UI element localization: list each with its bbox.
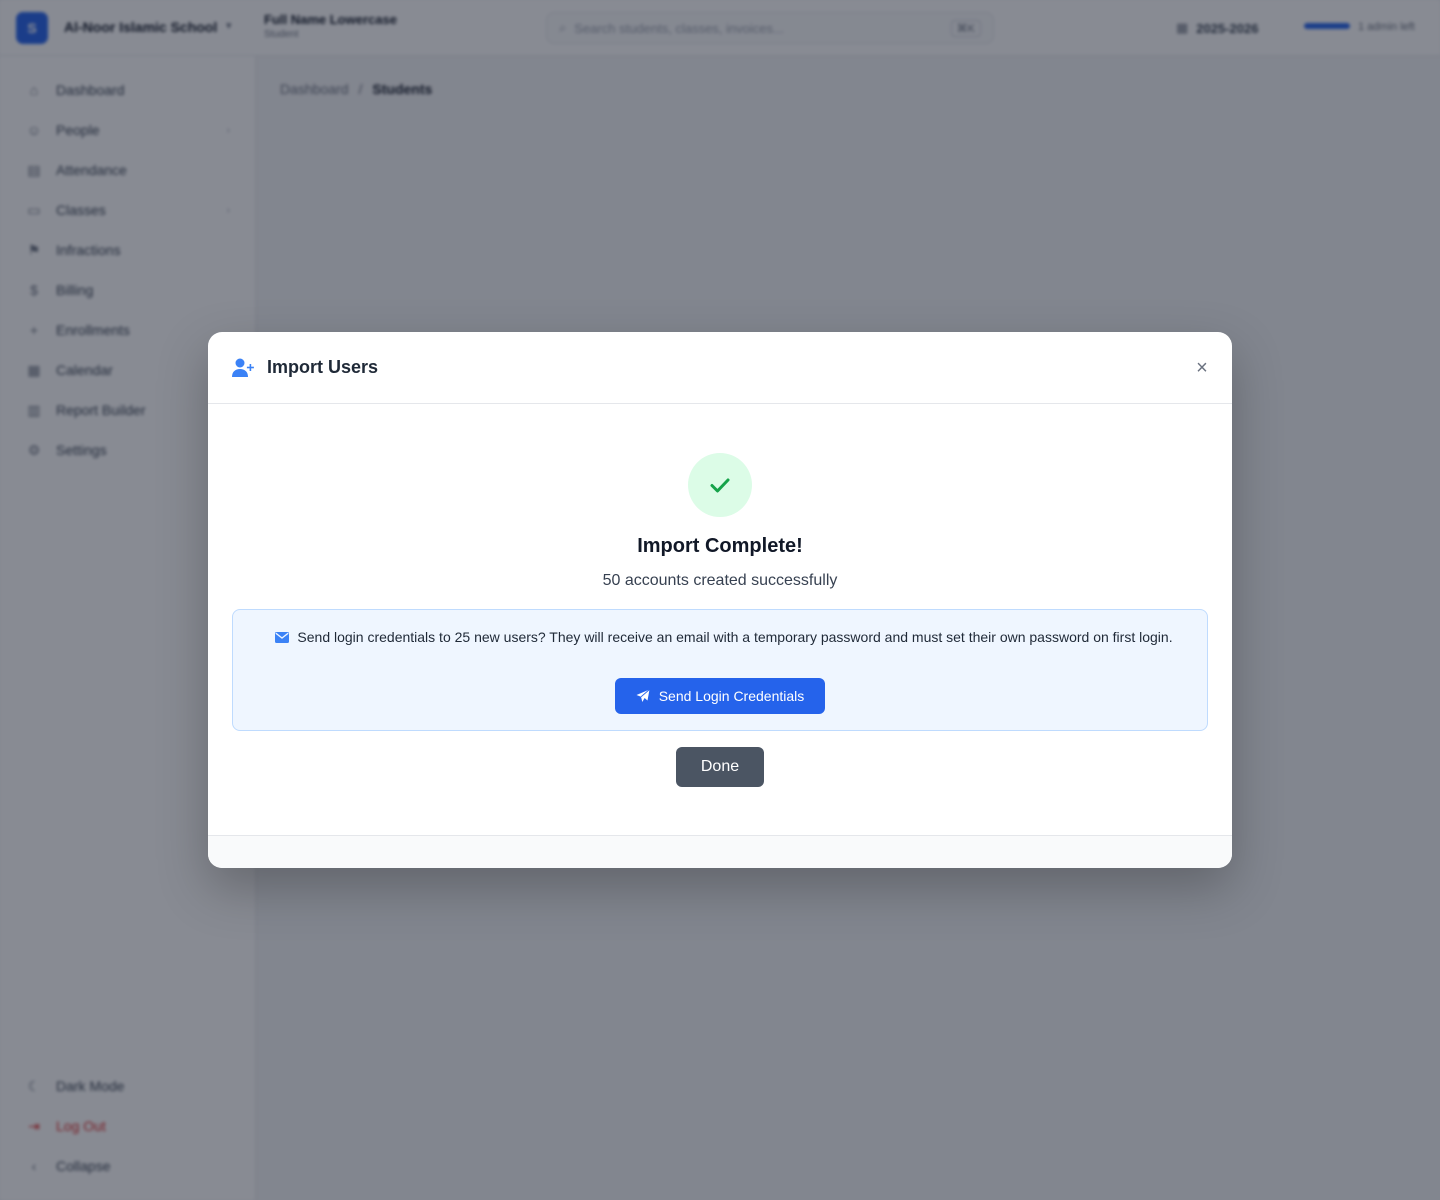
user-plus-icon <box>232 358 254 377</box>
close-button[interactable]: × <box>1192 356 1212 380</box>
success-subtitle: 50 accounts created successfully <box>602 572 838 589</box>
modal-title: Import Users <box>267 357 379 377</box>
credentials-info-box: Send login credentials to 25 new users? … <box>232 609 1208 731</box>
credentials-info: Send login credentials to 25 new users? … <box>259 627 1189 647</box>
credentials-info-text: Send login credentials to 25 new users? … <box>297 629 1173 645</box>
modal-footer <box>208 835 1232 868</box>
done-button[interactable]: Done <box>676 747 764 787</box>
check-icon <box>710 478 730 493</box>
send-login-credentials-button[interactable]: Send Login Credentials <box>615 678 825 714</box>
paper-plane-icon <box>636 689 650 702</box>
success-badge <box>688 453 752 517</box>
send-button-label: Send Login Credentials <box>658 688 805 704</box>
modal-header: Import Users × <box>208 332 1232 404</box>
import-users-modal: Import Users × Import Complete! 50 accou… <box>208 332 1232 868</box>
close-icon: × <box>1196 356 1208 379</box>
envelope-icon <box>275 632 290 643</box>
success-title: Import Complete! <box>637 535 803 557</box>
